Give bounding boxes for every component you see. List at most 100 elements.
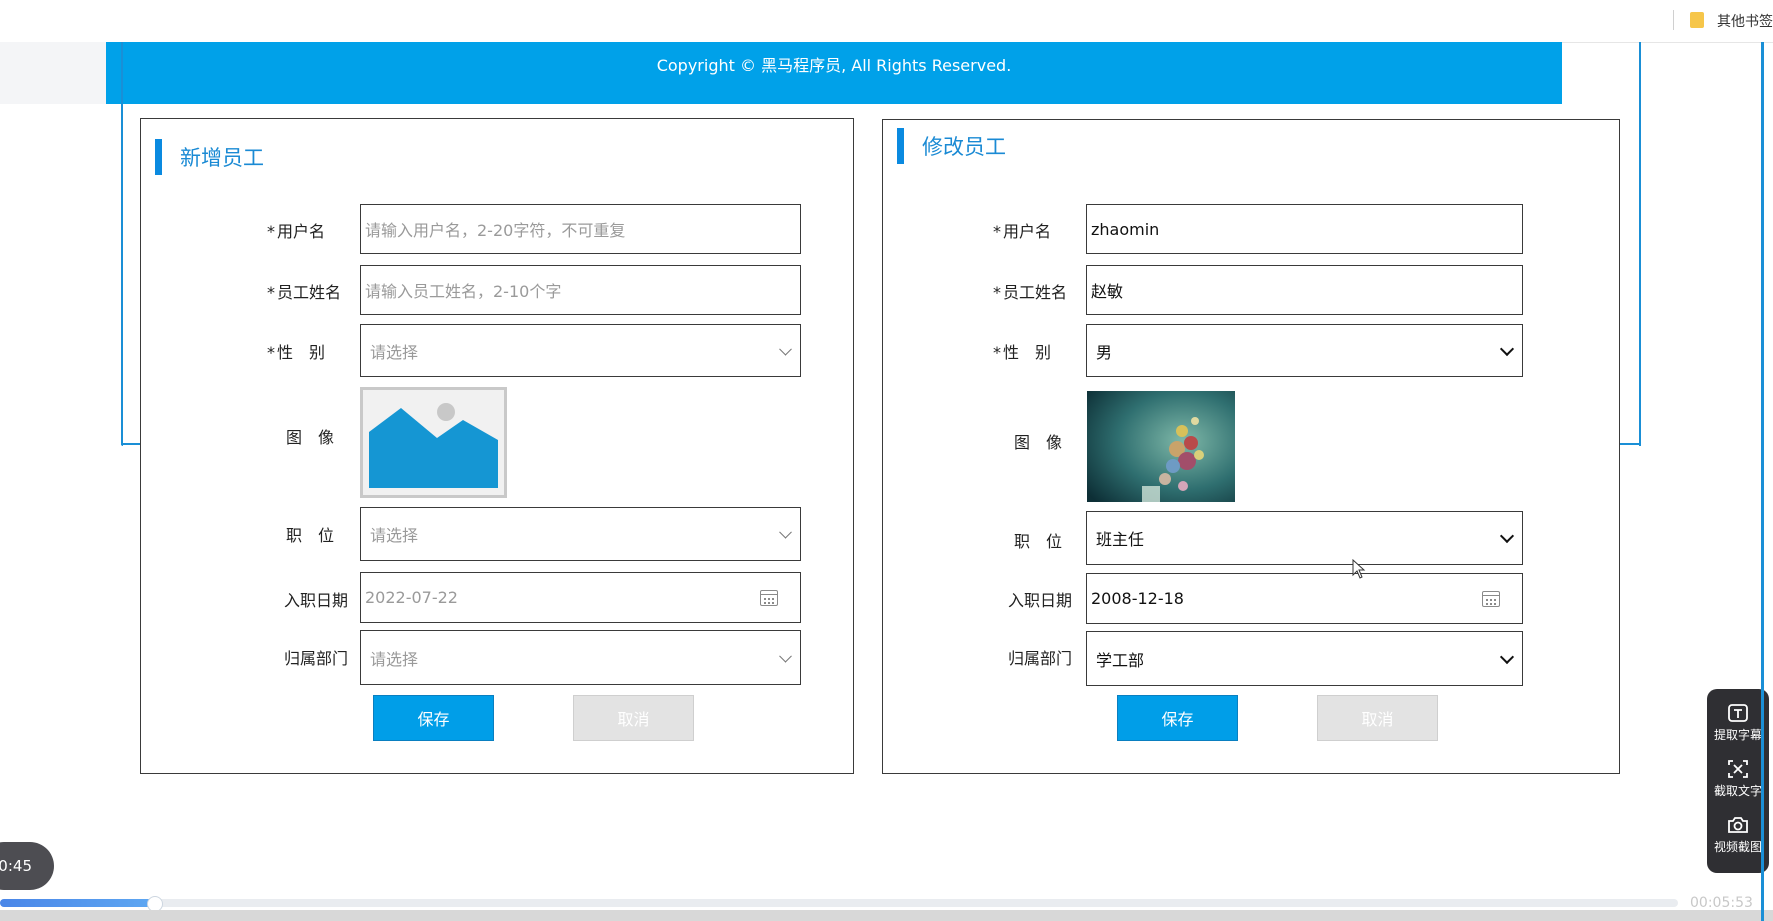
job-select[interactable]: 请选择 [360, 507, 801, 561]
dept-select[interactable]: 学工部 [1086, 631, 1523, 686]
camera-icon [1728, 817, 1748, 833]
balloons-photo-icon [1087, 391, 1235, 502]
name-value: 赵敏 [1091, 282, 1124, 301]
job-select[interactable]: 班主任 [1086, 511, 1523, 565]
taskbar-strip [0, 910, 1773, 921]
gender-label: * 性 别 [993, 339, 1051, 363]
name-placeholder: 请输入员工姓名，2-10个字 [365, 282, 562, 301]
image-label: 图 像 [1014, 433, 1063, 452]
dept-value: 学工部 [1096, 650, 1145, 670]
calendar-icon[interactable] [1482, 590, 1500, 607]
gender-value: 男 [1096, 342, 1113, 362]
username-label: * 用户名 [993, 218, 1051, 242]
video-tools-panel: 提取字幕 截取文字 视频截图 [1707, 689, 1769, 873]
required-mark: * [267, 283, 275, 302]
entry-date-value: 2008-12-18 [1091, 589, 1184, 608]
chevron-down-icon [1499, 528, 1515, 544]
name-label-text: 员工姓名 [1003, 283, 1068, 302]
panel-title-add: 新增员工 [155, 139, 264, 175]
folder-icon[interactable] [1690, 12, 1704, 28]
job-placeholder: 请选择 [370, 526, 419, 545]
image-placeholder-icon [369, 395, 498, 490]
username-label-text: 用户名 [1003, 222, 1052, 241]
frame-corner-right [1619, 443, 1639, 445]
add-employee-panel: 新增员工 * 用户名 请输入用户名，2-20字符，不可重复 * 员工姓名 请输入员工… [140, 118, 854, 774]
cancel-button[interactable]: 取消 [573, 695, 694, 741]
frame-line-right [1639, 42, 1641, 446]
right-edge-line [1761, 42, 1764, 921]
username-input[interactable]: 请输入用户名，2-20字符，不可重复 [360, 204, 801, 254]
gender-placeholder: 请选择 [370, 342, 419, 362]
username-input[interactable]: zhaomin [1086, 204, 1523, 254]
name-label-text: 员工姓名 [277, 283, 342, 302]
entry-date-label: 入职日期 [1008, 591, 1073, 610]
page-gutter [0, 42, 106, 104]
entry-date-label: 入职日期 [284, 591, 349, 610]
gender-label: * 性 别 [267, 339, 325, 363]
capture-text-button[interactable]: 截取文字 [1707, 759, 1769, 799]
job-value: 班主任 [1096, 530, 1145, 549]
name-label: * 员工姓名 [993, 279, 1067, 303]
bookmarks-bar: 其他书签 [0, 0, 1773, 43]
copyright-footer: Copyright © 黑马程序员, All Rights Reserved. [106, 42, 1562, 104]
required-mark: * [267, 222, 275, 241]
capture-text-label: 截取文字 [1713, 784, 1762, 798]
video-progress-track[interactable] [0, 899, 1678, 907]
dept-select[interactable]: 请选择 [360, 630, 801, 685]
frame-line-left [121, 42, 123, 446]
entry-date-placeholder: 2022-07-22 [365, 588, 458, 607]
cancel-button[interactable]: 取消 [1317, 695, 1438, 741]
gender-label-text: 性 别 [1003, 343, 1052, 362]
username-label: * 用户名 [267, 218, 325, 242]
title-accent-bar [155, 139, 162, 175]
image-label: 图 像 [286, 428, 335, 447]
gender-select[interactable]: 男 [1086, 324, 1523, 377]
name-input[interactable]: 赵敏 [1086, 265, 1523, 315]
mouse-cursor-icon [1352, 559, 1366, 579]
chevron-down-icon [1499, 649, 1515, 664]
dept-label: 归属部门 [284, 649, 349, 668]
chevron-down-icon [779, 649, 792, 663]
entry-date-picker[interactable]: 2022-07-22 [360, 572, 801, 623]
extract-subtitle-icon [1728, 704, 1748, 722]
dept-label: 归属部门 [1008, 649, 1073, 668]
employee-photo[interactable] [1087, 391, 1235, 502]
name-label: * 员工姓名 [267, 279, 341, 303]
edit-employee-title: 修改员工 [922, 135, 1006, 159]
save-button[interactable]: 保存 [1117, 695, 1238, 741]
panel-title-edit: 修改员工 [897, 128, 1006, 164]
extract-subtitle-label: 提取字幕 [1713, 728, 1762, 742]
title-accent-bar [897, 128, 904, 164]
extract-subtitle-button[interactable]: 提取字幕 [1707, 703, 1769, 743]
username-value: zhaomin [1091, 219, 1160, 239]
required-mark: * [993, 343, 1001, 362]
save-button[interactable]: 保存 [373, 695, 494, 741]
required-mark: * [993, 222, 1001, 241]
required-mark: * [993, 283, 1001, 302]
job-label: 职 位 [286, 526, 335, 545]
gender-select[interactable]: 请选择 [360, 324, 801, 377]
video-screenshot-button[interactable]: 视频截图 [1707, 815, 1769, 855]
total-time: 00:05:53 [1690, 895, 1753, 911]
edit-employee-panel: 修改员工 *用户名 zhaomin *员工姓名 赵敏 *性 别 男 图 像 [882, 119, 1620, 774]
image-upload-placeholder[interactable] [360, 387, 507, 498]
current-time-badge: 00:45 [0, 842, 54, 890]
video-screenshot-label: 视频截图 [1713, 840, 1762, 854]
bookmarks-separator [1673, 10, 1674, 30]
chevron-down-icon [1499, 341, 1515, 356]
chevron-down-icon [779, 342, 792, 356]
copyright-text: Copyright © 黑马程序员, All Rights Reserved. [656, 56, 1012, 75]
frame-corner-left [121, 443, 141, 445]
entry-date-picker[interactable]: 2008-12-18 [1086, 573, 1523, 624]
add-employee-title: 新增员工 [180, 146, 264, 170]
username-placeholder: 请输入用户名，2-20字符，不可重复 [365, 221, 626, 240]
other-bookmarks-link[interactable]: 其他书签 [1717, 11, 1773, 31]
dept-placeholder: 请选择 [370, 649, 419, 669]
calendar-icon[interactable] [760, 589, 778, 606]
chevron-down-icon [779, 525, 792, 539]
video-progress-fill [0, 899, 154, 907]
capture-text-icon [1728, 760, 1748, 778]
job-label: 职 位 [1014, 532, 1063, 551]
name-input[interactable]: 请输入员工姓名，2-10个字 [360, 265, 801, 315]
username-label-text: 用户名 [277, 222, 326, 241]
